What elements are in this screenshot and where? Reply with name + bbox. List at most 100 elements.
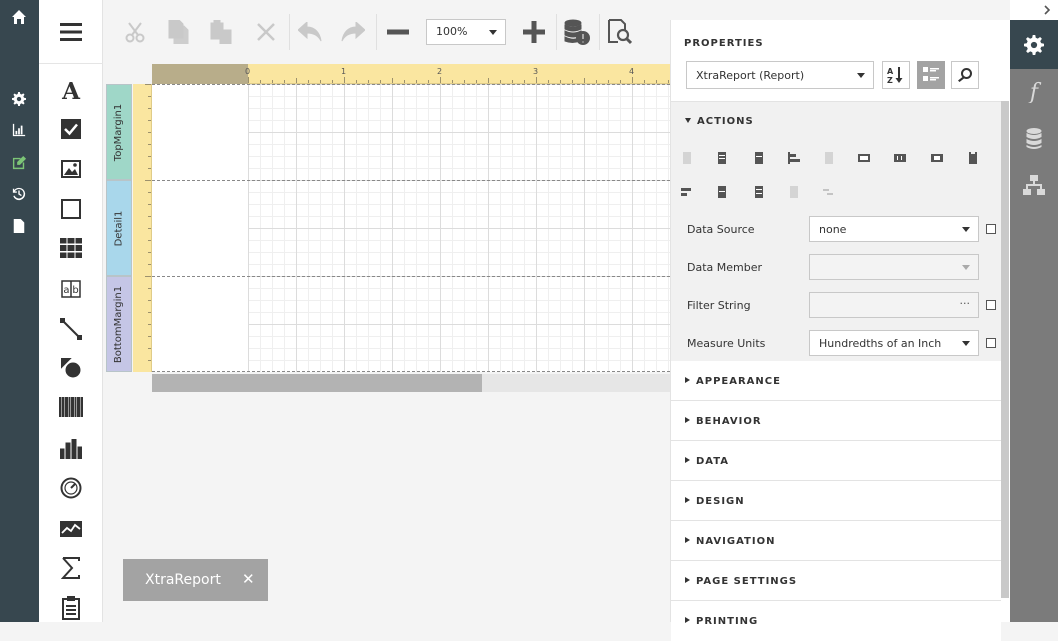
properties-tab-icon[interactable] — [1023, 34, 1045, 56]
gauge-tool-icon[interactable] — [59, 476, 83, 500]
ruler-number: 0 — [245, 67, 251, 76]
checkbox-tool-icon[interactable] — [59, 117, 83, 141]
undo-icon[interactable] — [296, 18, 324, 46]
band-label: BottomMargin1 — [113, 285, 125, 363]
ruler-tick — [428, 80, 429, 83]
table-tool-icon[interactable] — [59, 236, 83, 260]
band-separator — [152, 371, 670, 372]
section-data[interactable]: DATA — [671, 441, 1001, 481]
same-height-action-icon[interactable] — [894, 152, 906, 164]
report-design-surface[interactable] — [152, 84, 670, 372]
ruler-tick — [536, 77, 537, 83]
categorized-view-button[interactable] — [917, 61, 945, 89]
label-tool-icon[interactable]: A — [59, 78, 83, 102]
report-tab[interactable]: XtraReport ✕ — [123, 559, 268, 601]
center-horizontally-action-icon[interactable] — [716, 186, 728, 198]
history-icon[interactable] — [10, 185, 28, 203]
cut-icon[interactable] — [121, 18, 149, 46]
sort-alphabetical-button[interactable]: AZ — [882, 61, 910, 89]
home-icon[interactable] — [10, 8, 28, 26]
barcode-tool-icon[interactable] — [59, 395, 83, 419]
sparkline-tool-icon[interactable] — [59, 517, 83, 541]
summary-tool-icon[interactable] — [59, 556, 83, 580]
collapse-panel-button[interactable] — [1010, 0, 1058, 20]
measure-units-select[interactable]: Hundredths of an Inch — [809, 330, 979, 356]
field-list-tab-icon[interactable] — [1023, 128, 1045, 150]
ruler-tick — [148, 96, 151, 97]
section-printing[interactable]: PRINTING — [671, 601, 1001, 641]
ruler-tick — [248, 77, 249, 83]
zoom-in-icon[interactable] — [520, 18, 548, 46]
section-appearance[interactable]: APPEARANCE — [671, 361, 1001, 401]
align-to-grid-action-icon[interactable] — [788, 152, 800, 164]
expressions-tab-icon[interactable]: f — [1023, 81, 1045, 103]
object-selector[interactable]: XtraReport (Report) — [686, 61, 874, 89]
same-size-action-icon[interactable] — [931, 152, 943, 164]
copy-icon[interactable] — [164, 18, 192, 46]
paste-icon[interactable] — [207, 18, 235, 46]
document-icon[interactable] — [10, 217, 28, 235]
zoom-value: 100% — [436, 25, 468, 38]
section-title: BEHAVIOR — [696, 416, 762, 427]
picture-tool-icon[interactable] — [59, 157, 83, 181]
section-behavior[interactable]: BEHAVIOR — [671, 401, 1001, 441]
line-tool-icon[interactable] — [59, 317, 83, 341]
band-bottom-margin[interactable]: BottomMargin1 — [106, 276, 132, 372]
expand-icon — [685, 457, 690, 463]
delete-icon[interactable] — [252, 18, 280, 46]
section-design[interactable]: DESIGN — [671, 481, 1001, 521]
bring-to-front-action-icon[interactable] — [967, 152, 979, 164]
settings-icon[interactable] — [10, 90, 28, 108]
horizontal-spacing-action-icon[interactable] — [681, 186, 693, 198]
shape-tool-icon[interactable] — [59, 356, 83, 380]
page-info-tool-icon[interactable] — [59, 596, 83, 620]
close-icon[interactable]: ✕ — [242, 570, 255, 588]
filter-string-checkbox[interactable] — [986, 300, 996, 310]
zoom-out-icon[interactable] — [384, 18, 412, 46]
align-center-action-icon[interactable] — [716, 152, 728, 164]
data-source-select[interactable]: none — [809, 216, 979, 242]
align-right-action-icon[interactable] — [753, 152, 765, 164]
section-header-actions[interactable]: ACTIONS — [685, 116, 754, 127]
ruler-tick — [145, 84, 151, 85]
ruler-tick — [148, 252, 151, 253]
band-detail[interactable]: Detail1 — [106, 180, 132, 276]
band-top-margin[interactable]: TopMargin1 — [106, 84, 132, 180]
ruler-number: 1 — [341, 67, 347, 76]
preview-icon[interactable] — [606, 18, 634, 46]
ruler-tick — [320, 80, 321, 83]
menu-icon[interactable] — [60, 22, 82, 42]
scrollbar-thumb[interactable] — [152, 374, 482, 392]
redo-icon[interactable] — [339, 18, 367, 46]
zoom-select[interactable]: 100% — [426, 19, 506, 45]
ruler-tick — [148, 360, 151, 361]
chart-tool-icon[interactable] — [59, 437, 83, 461]
horizontal-scrollbar[interactable] — [152, 374, 670, 392]
center-vertically-action-icon[interactable] — [753, 186, 765, 198]
chart-icon[interactable] — [10, 121, 28, 139]
filter-string-field[interactable]: ··· — [809, 292, 979, 318]
search-button[interactable] — [951, 61, 979, 89]
character-comb-tool-icon[interactable]: ab — [59, 277, 83, 301]
measure-units-checkbox[interactable] — [986, 338, 996, 348]
edit-icon[interactable] — [10, 153, 28, 171]
same-width-action-icon[interactable] — [858, 152, 870, 164]
ruler-tick — [148, 336, 151, 337]
report-explorer-tab-icon[interactable] — [1023, 175, 1045, 197]
section-navigation[interactable]: NAVIGATION — [671, 521, 1001, 561]
ruler-tick — [500, 80, 501, 83]
toolbar-divider — [376, 14, 377, 50]
section-page-settings[interactable]: PAGE SETTINGS — [671, 561, 1001, 601]
ruler-tick — [440, 77, 441, 83]
data-source-wizard-icon[interactable] — [563, 18, 591, 46]
panel-tool-icon[interactable] — [59, 197, 83, 221]
section-title: NAVIGATION — [696, 536, 776, 547]
ellipsis-button[interactable]: ··· — [960, 297, 971, 310]
properties-scrollbar[interactable] — [1001, 101, 1009, 598]
main-navigation — [0, 0, 39, 622]
expand-icon — [685, 118, 691, 123]
toolbar-divider — [556, 14, 557, 50]
data-source-checkbox[interactable] — [986, 224, 996, 234]
data-member-select[interactable] — [809, 254, 979, 280]
ruler-tick — [148, 300, 151, 301]
